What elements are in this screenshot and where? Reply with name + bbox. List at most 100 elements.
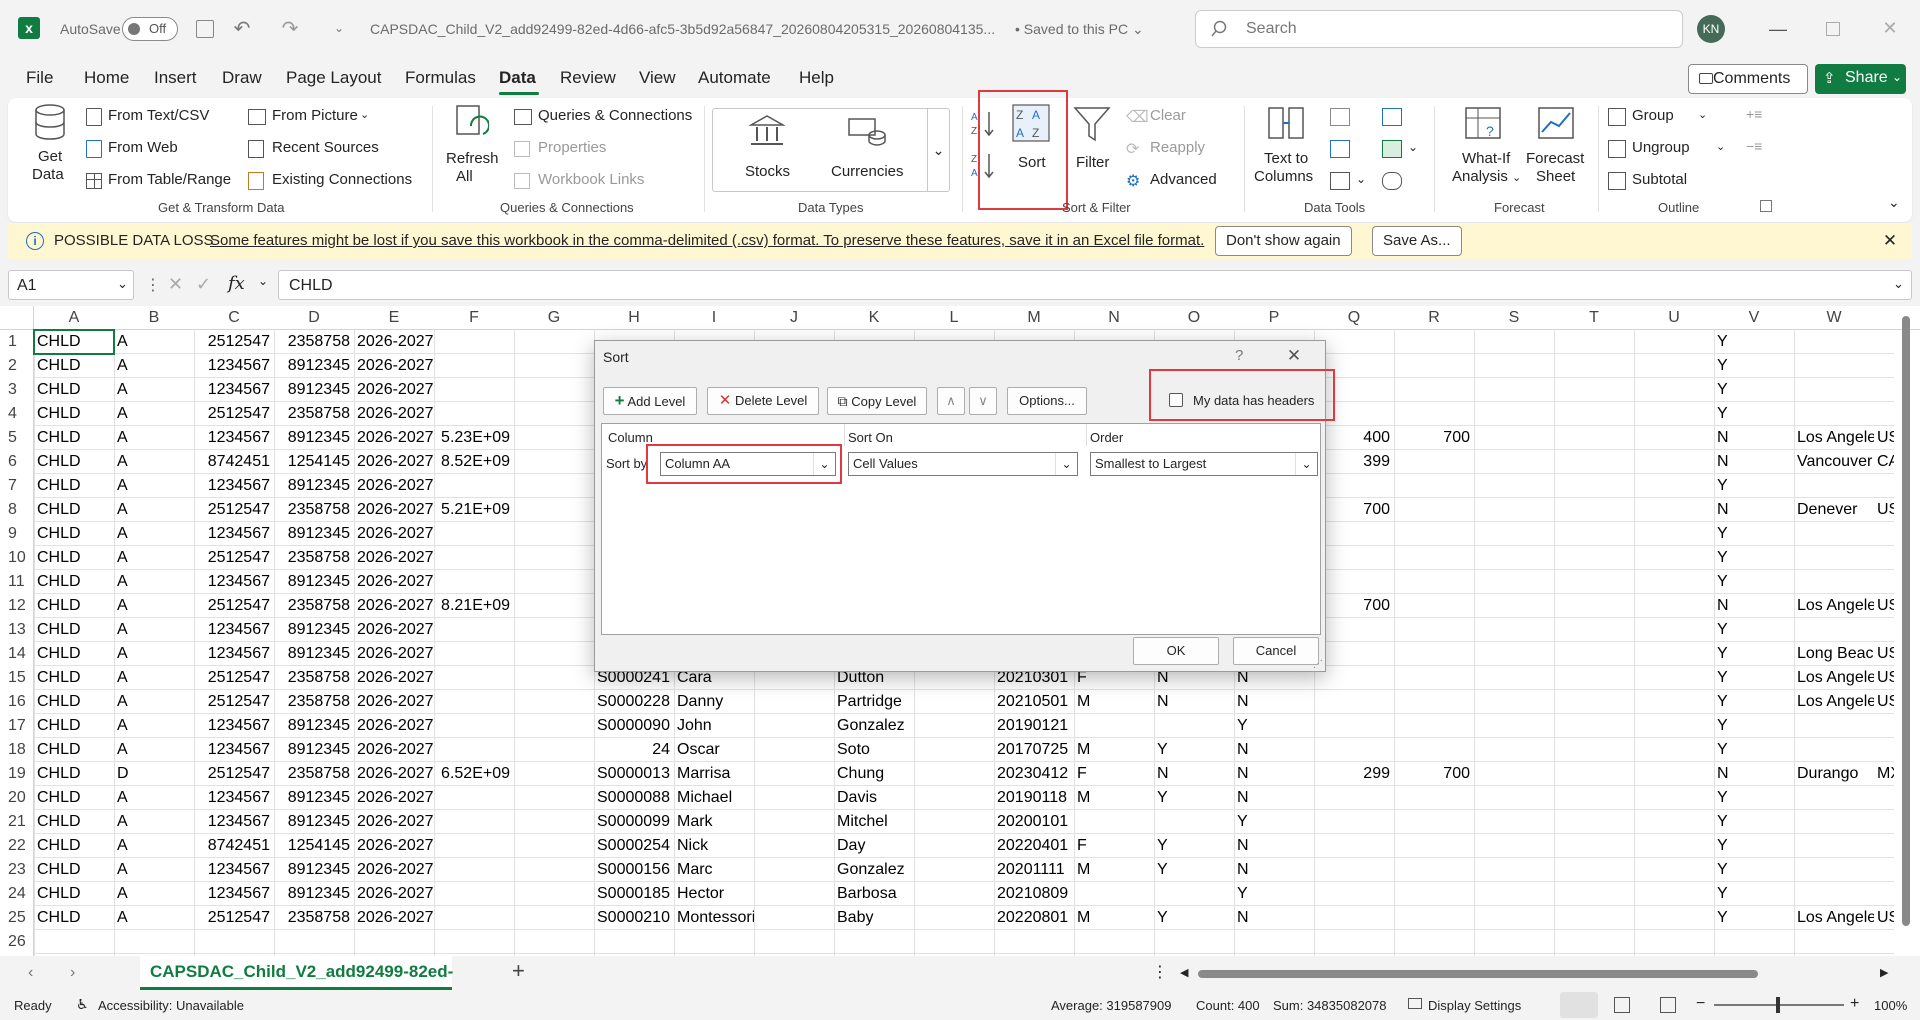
cell-n23[interactable]: M [1074, 858, 1154, 882]
cell-o16[interactable]: N [1154, 690, 1234, 714]
row-header[interactable]: 19 [0, 762, 34, 786]
cell-b19[interactable]: D [114, 762, 194, 786]
get-data-button[interactable]: Get Data [28, 104, 72, 190]
tab-page-layout[interactable]: Page Layout [286, 68, 381, 88]
cell-o18[interactable]: Y [1154, 738, 1234, 762]
cell-n20[interactable]: M [1074, 786, 1154, 810]
cell-a21[interactable]: CHLD [34, 810, 114, 834]
cell-i19[interactable]: Marrisa [674, 762, 754, 786]
cell-b17[interactable]: A [114, 714, 194, 738]
close-window-icon[interactable]: ✕ [1878, 16, 1902, 40]
close-icon[interactable]: ✕ [1283, 345, 1305, 367]
more-options-icon[interactable]: ⋮ [1152, 962, 1168, 982]
row-header[interactable]: 21 [0, 810, 34, 834]
cell-e16[interactable]: 2026-2027 [354, 690, 434, 714]
sort-ascending-button[interactable]: AZ [970, 108, 996, 138]
outline-dialog-launcher-icon[interactable] [1760, 200, 1772, 212]
cell-d4[interactable]: 2358758 [274, 402, 354, 426]
name-box[interactable]: A1 ⌄ [8, 270, 134, 300]
comments-button[interactable]: Comments [1688, 64, 1808, 94]
cell-a25[interactable]: CHLD [34, 906, 114, 930]
tab-help[interactable]: Help [799, 68, 834, 88]
cell-e6[interactable]: 2026-2027 [354, 450, 434, 474]
data-validation-icon[interactable] [1330, 172, 1350, 190]
cell-a4[interactable]: CHLD [34, 402, 114, 426]
cell-c25[interactable]: 2512547 [194, 906, 274, 930]
column-header-u[interactable]: U [1634, 306, 1714, 330]
row-header[interactable]: 11 [0, 570, 34, 594]
cell-c12[interactable]: 2512547 [194, 594, 274, 618]
cell-f6[interactable]: 8.52E+09 [434, 450, 514, 474]
cell-d16[interactable]: 2358758 [274, 690, 354, 714]
cell-w15[interactable]: Los Angele [1794, 666, 1874, 690]
row-header[interactable]: 23 [0, 858, 34, 882]
formula-input[interactable]: CHLD ⌄ [278, 270, 1912, 300]
cell-n18[interactable]: M [1074, 738, 1154, 762]
cell-m20[interactable]: 20190118 [994, 786, 1074, 810]
cell-e12[interactable]: 2026-2027 [354, 594, 434, 618]
cell-v3[interactable]: Y [1714, 378, 1794, 402]
cell-v4[interactable]: Y [1714, 402, 1794, 426]
ok-button[interactable]: OK [1133, 637, 1219, 665]
cell-p22[interactable]: N [1234, 834, 1314, 858]
redo-icon[interactable]: ↷ [276, 16, 304, 40]
cell-d2[interactable]: 8912345 [274, 354, 354, 378]
cell-h19[interactable]: S0000013 [594, 762, 674, 786]
delete-level-button[interactable]: ✕ Delete Level [707, 387, 819, 415]
cell-n16[interactable]: M [1074, 690, 1154, 714]
cell-v25[interactable]: Y [1714, 906, 1794, 930]
cell-i17[interactable]: John [674, 714, 754, 738]
cell-c16[interactable]: 2512547 [194, 690, 274, 714]
row-header[interactable]: 25 [0, 906, 34, 930]
cell-k16[interactable]: Partridge [834, 690, 914, 714]
row-header[interactable]: 13 [0, 618, 34, 642]
cell-v22[interactable]: Y [1714, 834, 1794, 858]
cell-h22[interactable]: S0000254 [594, 834, 674, 858]
cell-k24[interactable]: Barbosa [834, 882, 914, 906]
cell-v20[interactable]: Y [1714, 786, 1794, 810]
cell-b14[interactable]: A [114, 642, 194, 666]
cell-h18[interactable]: 24 [594, 738, 674, 762]
cell-m18[interactable]: 20170725 [994, 738, 1074, 762]
row-header[interactable]: 18 [0, 738, 34, 762]
cell-e24[interactable]: 2026-2027 [354, 882, 434, 906]
cell-b3[interactable]: A [114, 378, 194, 402]
search-box[interactable]: Search [1195, 10, 1683, 48]
cell-a20[interactable]: CHLD [34, 786, 114, 810]
row-header[interactable]: 7 [0, 474, 34, 498]
cell-e23[interactable]: 2026-2027 [354, 858, 434, 882]
cell-q6[interactable]: 399 [1314, 450, 1394, 474]
filter-button[interactable]: Filter [1070, 104, 1116, 186]
row-header[interactable]: 16 [0, 690, 34, 714]
cell-d5[interactable]: 8912345 [274, 426, 354, 450]
row-header[interactable]: 12 [0, 594, 34, 618]
zoom-slider-thumb[interactable] [1776, 997, 1780, 1013]
cell-e20[interactable]: 2026-2027 [354, 786, 434, 810]
cell-p16[interactable]: N [1234, 690, 1314, 714]
column-header-v[interactable]: V [1714, 306, 1794, 330]
cell-k20[interactable]: Davis [834, 786, 914, 810]
cell-v18[interactable]: Y [1714, 738, 1794, 762]
cell-w19[interactable]: Durango [1794, 762, 1874, 786]
cell-b24[interactable]: A [114, 882, 194, 906]
column-header-f[interactable]: F [434, 306, 514, 330]
cell-q12[interactable]: 700 [1314, 594, 1394, 618]
zoom-out-icon[interactable]: − [1696, 995, 1705, 1013]
cell-v19[interactable]: N [1714, 762, 1794, 786]
display-settings-button[interactable]: Display Settings [1428, 998, 1521, 1013]
cell-p23[interactable]: N [1234, 858, 1314, 882]
column-header-h[interactable]: H [594, 306, 674, 330]
tab-view[interactable]: View [639, 68, 676, 88]
share-button[interactable]: ⇪ Share ⌄ [1815, 64, 1906, 94]
cell-b20[interactable]: A [114, 786, 194, 810]
cell-v14[interactable]: Y [1714, 642, 1794, 666]
cell-b8[interactable]: A [114, 498, 194, 522]
cell-r5[interactable]: 700 [1394, 426, 1474, 450]
tab-review[interactable]: Review [560, 68, 616, 88]
what-if-analysis-button[interactable]: ? What-If Analysis ⌄ [1448, 104, 1521, 194]
cell-e5[interactable]: 2026-2027 [354, 426, 434, 450]
cell-c19[interactable]: 2512547 [194, 762, 274, 786]
cell-m21[interactable]: 20200101 [994, 810, 1074, 834]
cell-m25[interactable]: 20220801 [994, 906, 1074, 930]
cell-a9[interactable]: CHLD [34, 522, 114, 546]
